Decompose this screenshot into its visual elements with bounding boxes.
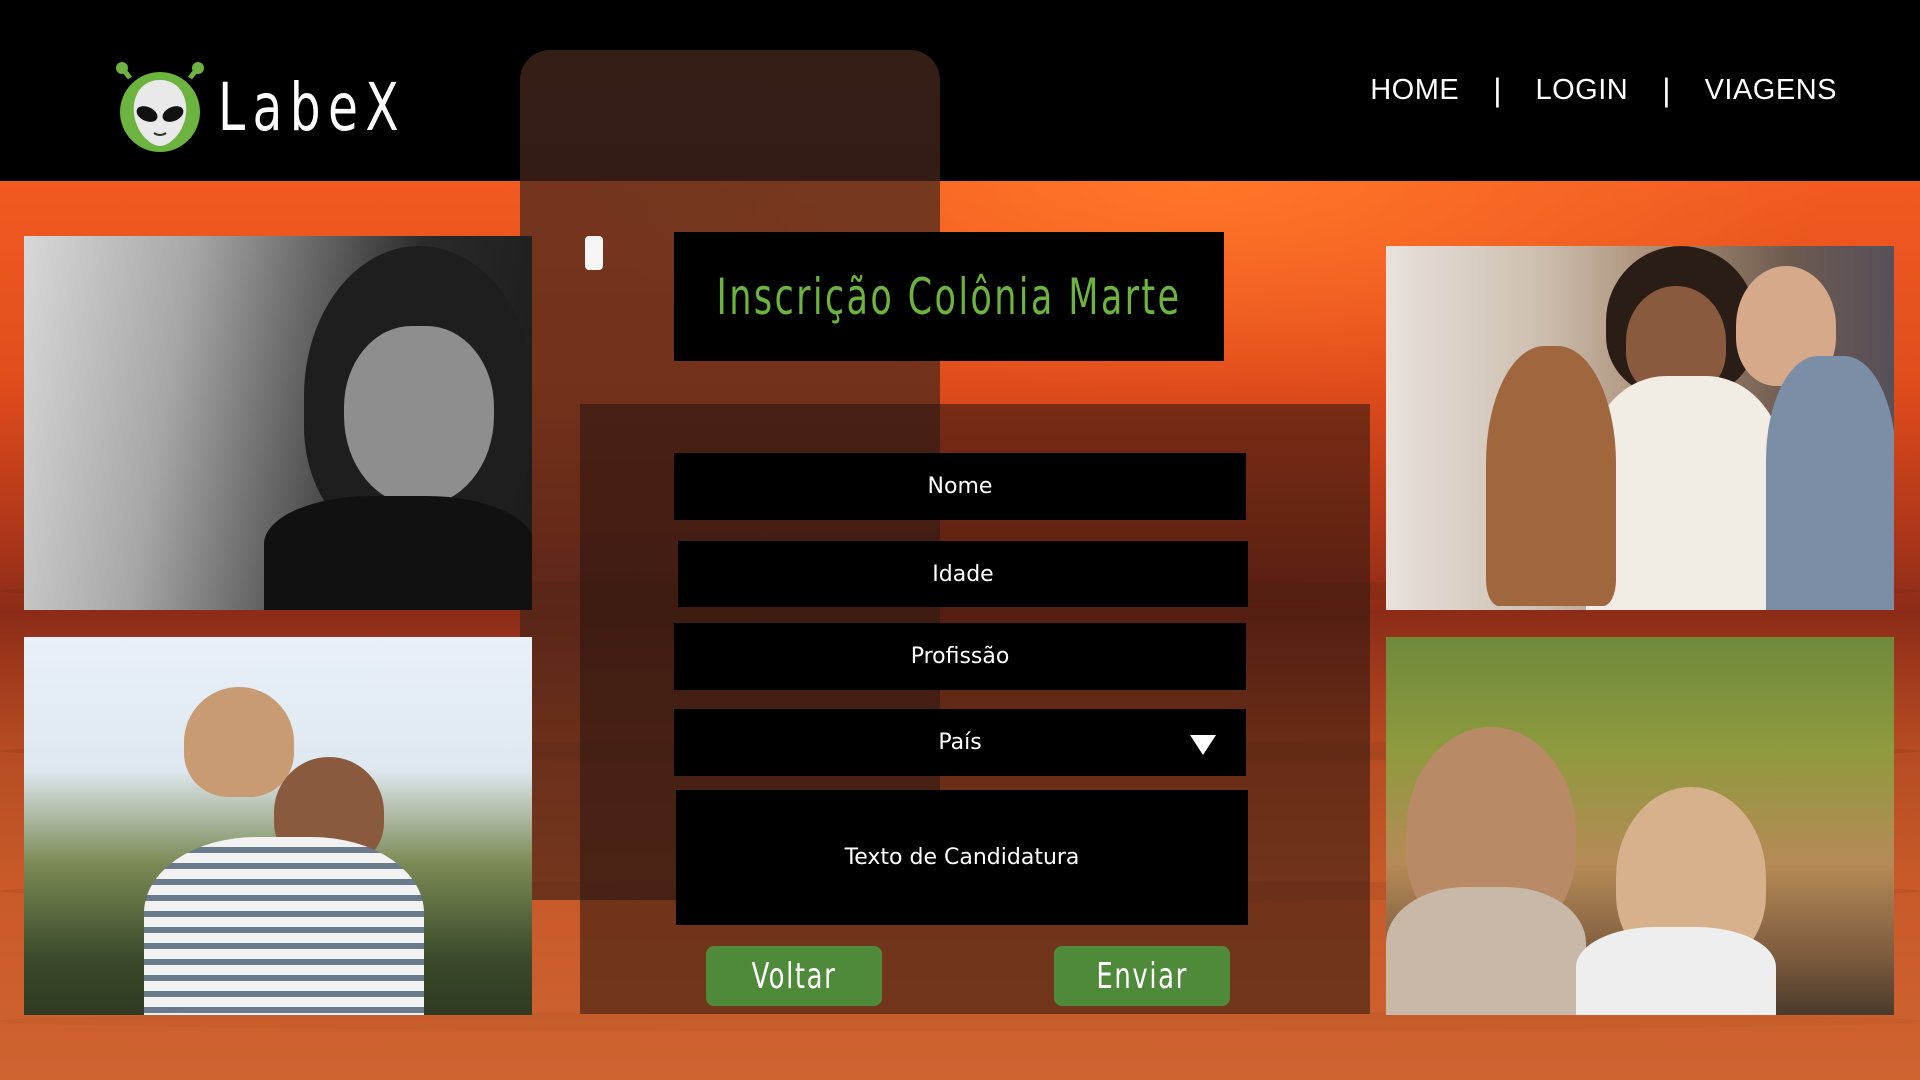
photo-family: [1386, 246, 1894, 610]
pais-placeholder: País: [938, 730, 982, 755]
nav-viagens-link[interactable]: VIAGENS: [1705, 74, 1837, 107]
nav-login-link[interactable]: LOGIN: [1536, 74, 1629, 107]
photo-couple-piggyback: [24, 637, 532, 1015]
photo-face: [184, 687, 294, 797]
form-title-box: Inscrição Colônia Marte: [674, 232, 1224, 361]
candidatura-textarea[interactable]: Texto de Candidatura: [676, 790, 1248, 925]
main-nav: HOME | LOGIN | VIAGENS: [1370, 72, 1837, 109]
nav-separator: |: [1493, 72, 1502, 108]
alien-icon: [116, 62, 204, 154]
rover-light: [585, 236, 603, 270]
photo-sweater: [1586, 376, 1786, 610]
enviar-button[interactable]: Enviar: [1054, 946, 1230, 1006]
profissao-placeholder: Profissão: [910, 644, 1010, 669]
header: LabeX HOME | LOGIN | VIAGENS: [0, 0, 1920, 181]
photo-shirt: [1386, 887, 1586, 1015]
nome-input[interactable]: Nome: [674, 453, 1246, 520]
photo-shirt: [144, 837, 424, 1015]
nav-separator: |: [1662, 72, 1671, 108]
candidatura-placeholder: Texto de Candidatura: [844, 845, 1080, 870]
photo-child: [1486, 346, 1616, 606]
logo[interactable]: LabeX: [116, 62, 447, 154]
voltar-button[interactable]: Voltar: [706, 946, 882, 1006]
profissao-input[interactable]: Profissão: [674, 623, 1246, 690]
photo-jacket: [264, 496, 532, 610]
pais-select[interactable]: País: [674, 709, 1246, 776]
nome-placeholder: Nome: [927, 474, 993, 499]
idade-placeholder: Idade: [932, 561, 994, 587]
voltar-label: Voltar: [751, 955, 837, 997]
idade-input[interactable]: Idade: [678, 541, 1248, 607]
photo-two-women: [1386, 637, 1894, 1015]
caret-down-icon: [1190, 735, 1216, 755]
logo-text: LabeX: [218, 69, 407, 146]
photo-shirt: [1766, 356, 1894, 610]
form-title: Inscrição Colônia Marte: [716, 267, 1182, 326]
photo-shirt: [1576, 927, 1776, 1015]
nav-home-link[interactable]: HOME: [1370, 74, 1459, 107]
photo-smiling-man: [24, 236, 532, 610]
enviar-label: Enviar: [1096, 955, 1188, 997]
photo-face: [344, 326, 494, 506]
